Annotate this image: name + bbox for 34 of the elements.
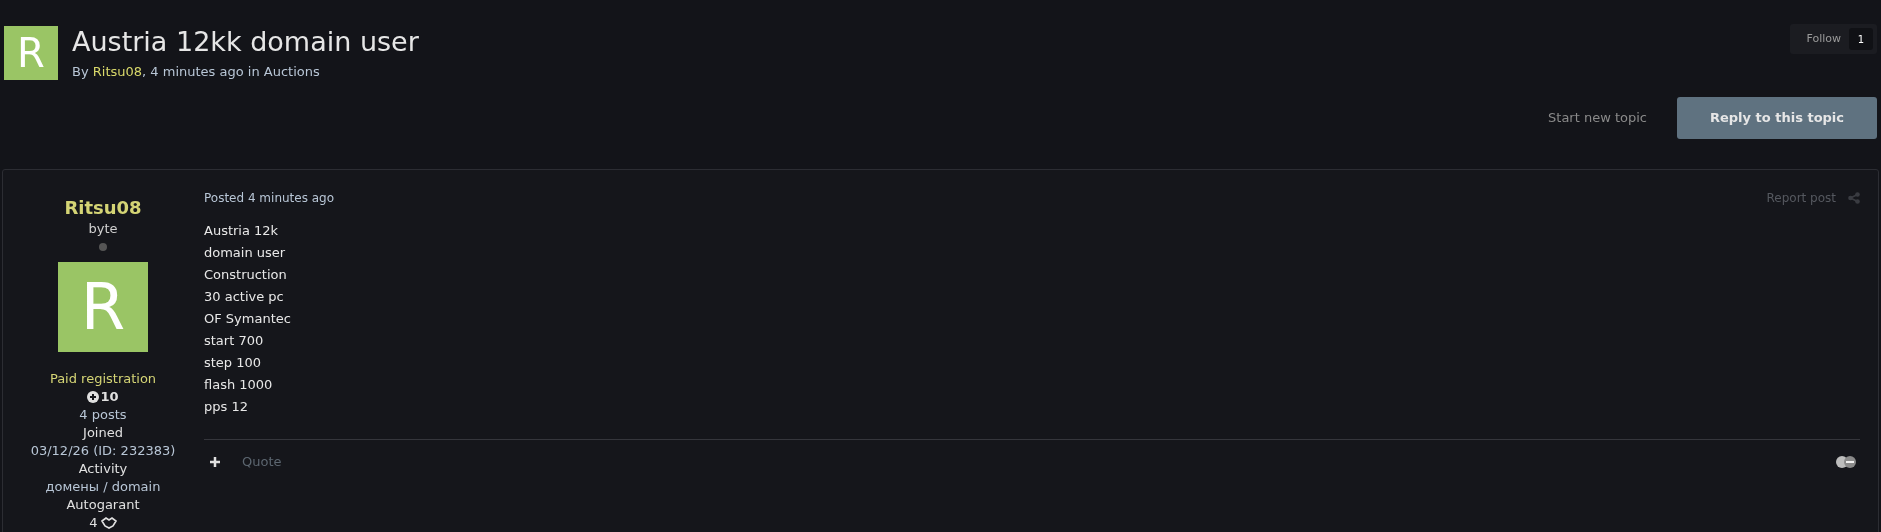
post-line: Austria 12k [204,221,280,240]
field-value: 03/12/26 (ID: 232383) [30,441,176,460]
topic-title: Austria 12kk domain user [72,25,419,59]
byline-text: , 4 minutes ago in [142,63,261,81]
start-topic-link[interactable]: Start new topic [1548,107,1647,128]
byline-prefix: By [72,63,90,81]
reputation-count: 10 [100,387,119,406]
field-label: Autogarant [66,495,140,514]
post-line: OF Symantec [204,309,292,328]
reaction-icon[interactable] [1836,456,1856,468]
author-group: Paid registration [49,369,157,388]
follower-count: 1 [1849,28,1873,50]
post-line: step 100 [204,353,263,372]
post-line: 30 active pc [204,287,285,306]
post-line: pps 12 [204,397,249,416]
author-link[interactable]: Ritsu08 [92,62,143,82]
field-value: домены / domain [45,477,161,496]
author-name[interactable]: Ritsu08 [64,195,142,220]
post-date: Posted 4 minutes ago [204,189,335,207]
post-line: flash 1000 [204,375,274,394]
post-line: Construction [204,265,288,284]
post-line: start 700 [204,331,265,350]
post-line: domain user [204,243,287,262]
quote-link[interactable]: Quote [242,452,282,472]
field-label: Joined [83,423,123,442]
field-value: 4 [89,513,98,532]
reply-button[interactable]: Reply to this topic [1677,96,1877,139]
follow-button[interactable]: Follow 1 [1790,24,1877,54]
plus-icon[interactable] [210,457,220,467]
post-count: 4 posts [79,405,127,424]
forum-link[interactable]: Auctions [263,62,320,82]
author-rank: byte [88,219,118,238]
field-label: Activity [78,459,128,478]
plus-circle-icon [87,390,100,403]
